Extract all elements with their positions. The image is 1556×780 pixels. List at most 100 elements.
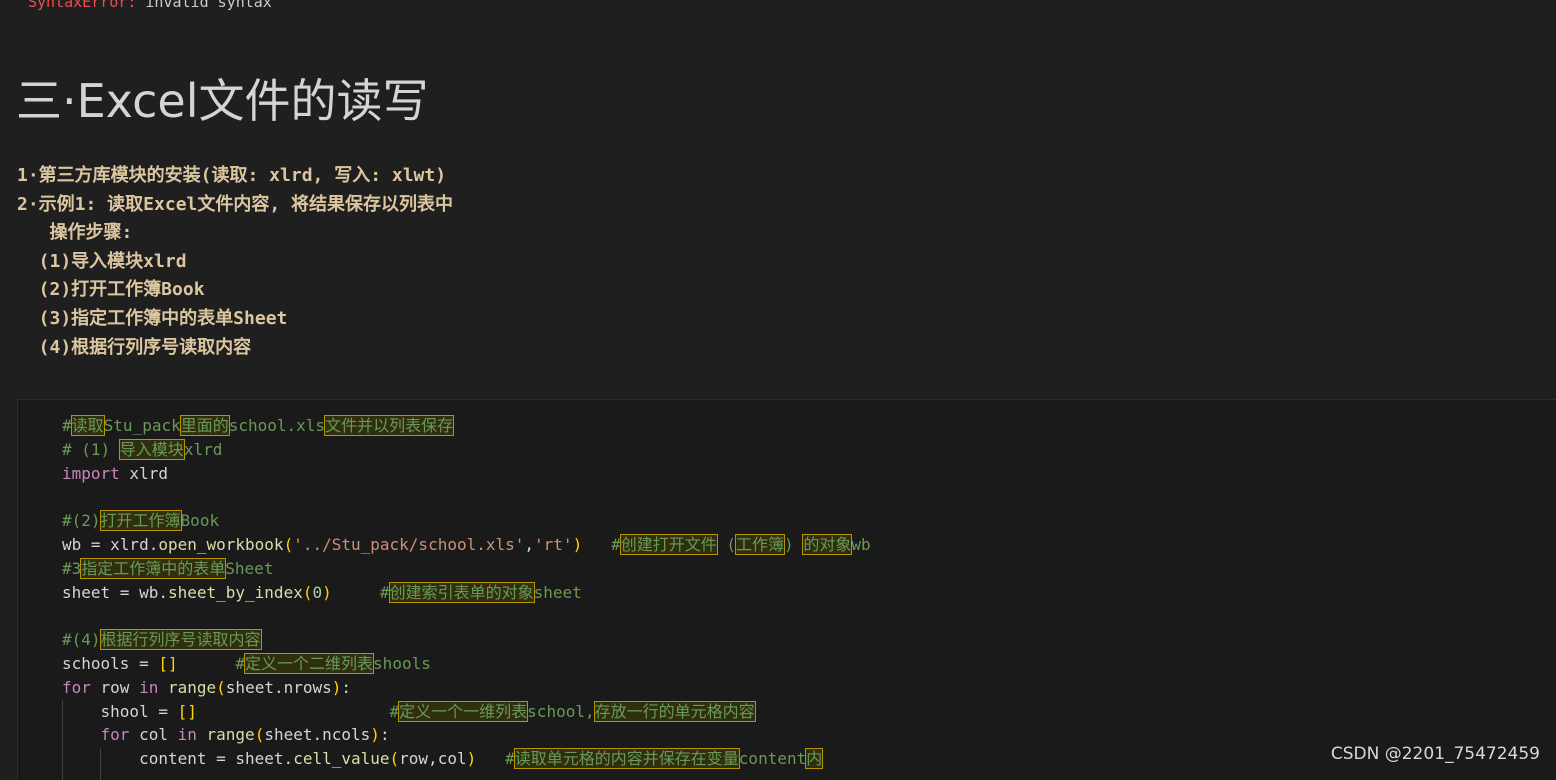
- code-bracket: (: [254, 725, 265, 745]
- code-text: shool =: [62, 701, 178, 721]
- code-line: schools = [] #定义一个二维列表shools: [62, 652, 871, 676]
- code-bracket: ): [572, 534, 583, 554]
- csdn-watermark: CSDN @2201_75472459: [1330, 744, 1540, 764]
- code-line: # (1) 导入模块xlrd: [62, 438, 871, 462]
- markdown-line: (1)导入模块xlrd: [17, 250, 187, 272]
- code-text: col: [129, 725, 178, 745]
- code-keyword: in: [177, 725, 197, 745]
- markdown-line: (3)指定工作簿中的表单Sheet: [17, 307, 288, 329]
- comment-highlight: 里面的: [179, 415, 230, 436]
- code-comment: #读取Stu_pack里面的school.xls文件并以列表保存: [62, 415, 455, 436]
- code-function: range: [167, 677, 217, 697]
- code-line: sheet = wb.sheet_by_index(0) #创建索引表单的对象s…: [62, 581, 871, 605]
- code-bracket: ): [466, 749, 477, 769]
- code-comment: #定义一个一维列表school,存放一行的单元格内容: [389, 700, 756, 722]
- comment-highlight: 指定工作簿中的表单: [80, 557, 227, 579]
- error-output: SyntaxError: invalid syntax: [28, 0, 272, 10]
- code-line: for col in range(sheet.ncols):: [62, 723, 871, 747]
- code-text: xlrd: [119, 463, 168, 483]
- comment-highlight: 读取: [70, 415, 105, 436]
- code-line: wb = xlrd.open_workbook('../Stu_pack/sch…: [62, 533, 871, 557]
- code-function: sheet_by_index: [167, 582, 303, 602]
- code-function: cell_value: [293, 749, 390, 769]
- code-bracket: (: [389, 749, 400, 769]
- markdown-line: (2)打开工作簿Book: [17, 279, 205, 301]
- comment-highlight: 导入模块: [118, 438, 185, 460]
- code-text: row,col: [399, 749, 467, 769]
- code-bracket: []: [177, 701, 197, 721]
- comment-highlight: 定义一个二维列表: [244, 652, 375, 674]
- markdown-line: 操作步骤:: [17, 222, 133, 244]
- code-line: for row in range(sheet.nrows):: [62, 676, 871, 700]
- code-bracket: ): [322, 582, 332, 602]
- code-number: 0: [312, 582, 323, 602]
- comment-highlight: 根据行列序号读取内容: [99, 629, 262, 651]
- markdown-line: 1·第三方库模块的安装(读取: xlrd, 写入: xlwt): [17, 165, 447, 186]
- markdown-cell: 1·第三方库模块的安装(读取: xlrd, 写入: xlwt) 2·示例1: 读…: [17, 162, 453, 362]
- code-text: :: [341, 677, 352, 697]
- code-text: sheet.ncols: [264, 725, 371, 745]
- code-comment: #读取单元格的内容并保存在变量content内: [505, 748, 824, 770]
- code-line: #3指定工作簿中的表单Sheet: [62, 557, 871, 581]
- code-text: sheet.nrows: [225, 677, 332, 697]
- code-text: content = sheet.: [62, 749, 294, 769]
- comment-highlight: 内: [805, 748, 824, 770]
- comment-highlight: 文件并以列表保存: [324, 415, 455, 436]
- code-lines: #读取Stu_pack里面的school.xls文件并以列表保存 # (1) 导…: [62, 414, 871, 771]
- comment-highlight: 的对象: [802, 533, 853, 555]
- markdown-heading: 三·Excel文件的读写: [16, 74, 429, 128]
- code-string: 'rt': [534, 534, 573, 554]
- code-text: schools =: [62, 653, 159, 673]
- code-line: content = sheet.cell_value(row,col) #读取单…: [62, 747, 871, 771]
- error-message: invalid syntax: [136, 0, 272, 11]
- code-string: '../Stu_pack/school.xls': [293, 534, 525, 554]
- markdown-line: (4)根据行列序号读取内容: [17, 336, 252, 358]
- code-comment: #创建打开文件 (工作簿) 的对象wb: [611, 533, 871, 555]
- code-text: sheet = wb.: [62, 582, 168, 602]
- markdown-line: 2·示例1: 读取Excel文件内容, 将结果保存以列表中: [17, 193, 454, 215]
- code-line: #(4)根据行列序号读取内容: [62, 628, 871, 652]
- code-comment: #(2)打开工作簿Book: [62, 510, 220, 532]
- code-line: #(2)打开工作簿Book: [62, 509, 871, 533]
- code-comment: #创建索引表单的对象sheet: [379, 581, 582, 603]
- code-line: shool = [] #定义一个一维列表school,存放一行的单元格内容: [62, 700, 871, 724]
- code-keyword: in: [139, 677, 159, 697]
- comment-highlight: 打开工作簿: [99, 510, 182, 532]
- comment-highlight: 创建索引表单的对象: [388, 581, 535, 603]
- code-line: #读取Stu_pack里面的school.xls文件并以列表保存: [62, 414, 871, 438]
- comment-highlight: 存放一行的单元格内容: [593, 700, 756, 722]
- code-text: row: [90, 677, 140, 697]
- code-keyword: import: [62, 463, 120, 483]
- code-comment: #定义一个二维列表shools: [235, 652, 431, 674]
- code-text: wb = xlrd.: [62, 534, 159, 554]
- code-bracket: []: [158, 653, 178, 673]
- code-bracket: ): [370, 725, 380, 745]
- code-function: range: [206, 725, 255, 745]
- code-keyword: for: [100, 725, 130, 745]
- error-type: SyntaxError:: [28, 0, 137, 11]
- comment-highlight: 工作簿: [735, 533, 786, 555]
- code-keyword: for: [62, 677, 91, 697]
- code-bracket: (: [216, 677, 226, 697]
- code-comment: #(4)根据行列序号读取内容: [62, 629, 262, 651]
- code-text: ,: [524, 534, 535, 554]
- code-text: :: [379, 725, 390, 745]
- code-comment: # (1) 导入模块xlrd: [62, 438, 223, 460]
- code-cell-editor[interactable]: #读取Stu_pack里面的school.xls文件并以列表保存 # (1) 导…: [17, 399, 1556, 780]
- comment-highlight: 定义一个一维列表: [398, 700, 529, 722]
- code-bracket: ): [331, 677, 342, 697]
- code-comment: #3指定工作簿中的表单Sheet: [62, 557, 274, 579]
- comment-highlight: 读取单元格的内容并保存在变量: [513, 748, 740, 770]
- code-bracket: (: [283, 534, 294, 554]
- code-function: open_workbook: [158, 534, 284, 554]
